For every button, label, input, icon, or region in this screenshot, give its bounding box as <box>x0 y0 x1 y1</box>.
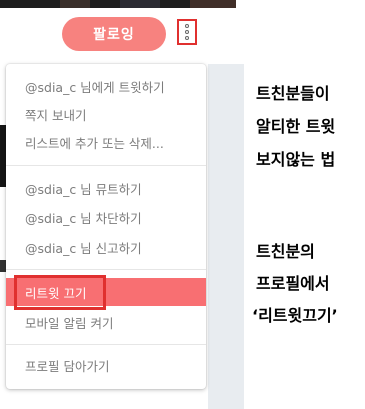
menu-item-report[interactable]: @sdia_c 님 신고하기 <box>6 233 206 261</box>
menu-item-add-to-list[interactable]: 리스트에 추가 또는 삭제... <box>6 128 206 156</box>
menu-item-block[interactable]: @sdia_c 님 차단하기 <box>6 203 206 231</box>
menu-divider <box>6 269 206 270</box>
vertical-ellipsis-icon <box>185 24 189 28</box>
caption-line: 프로필에서 <box>256 274 330 293</box>
menu-item-embed-profile[interactable]: 프로필 담아가기 <box>6 351 206 379</box>
profile-more-menu: @sdia_c 님에게 트윗하기 쪽지 보내기 리스트에 추가 또는 삭제...… <box>6 64 206 389</box>
caption-line: 보지않는 법 <box>256 150 336 169</box>
caption-line: 알티한 트윗 <box>256 117 336 136</box>
more-options-button[interactable] <box>177 19 197 45</box>
following-button[interactable]: 팔로잉 <box>62 17 166 51</box>
menu-item-send-dm[interactable]: 쪽지 보내기 <box>6 100 206 128</box>
menu-item-tweet-to[interactable]: @sdia_c 님에게 트윗하기 <box>6 72 206 100</box>
caption-line: 트친분의 <box>256 242 315 261</box>
menu-divider <box>6 165 206 166</box>
page-background-band <box>208 64 244 409</box>
menu-item-mobile-notifications[interactable]: 모바일 알림 켜기 <box>6 308 206 336</box>
caption-line: 트친분들이 <box>256 84 330 103</box>
annotation-highlight-box <box>14 275 106 310</box>
vertical-ellipsis-icon-dot <box>185 36 189 40</box>
menu-item-mute[interactable]: @sdia_c 님 뮤트하기 <box>6 174 206 202</box>
background-image-strip <box>0 0 236 8</box>
vertical-ellipsis-icon-dot <box>185 30 189 34</box>
menu-divider <box>6 344 206 345</box>
caption-line: ‘리트윗끄기’ <box>252 306 338 325</box>
